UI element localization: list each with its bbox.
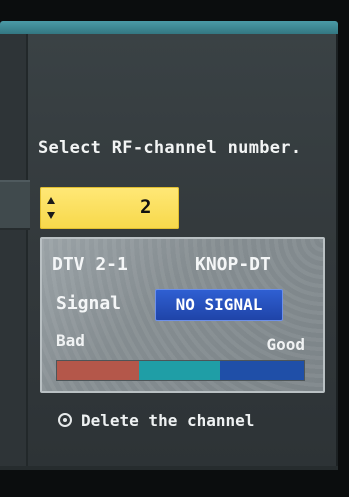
rf-channel-value: 2: [140, 196, 152, 218]
meter-segment-mid: [138, 361, 220, 380]
instruction-text: Select RF-channel number.: [38, 138, 302, 158]
up-down-arrows-icon[interactable]: [46, 195, 56, 221]
meter-segment-low: [57, 361, 139, 380]
signal-scale-bad-label: Bad: [56, 331, 85, 350]
panel-bottom-edge: [0, 466, 338, 470]
signal-scale-good-label: Good: [266, 335, 305, 354]
channel-number: DTV 2-1: [52, 254, 128, 275]
delete-channel-action[interactable]: Delete the channel: [58, 408, 254, 432]
signal-status-badge: NO SIGNAL: [155, 289, 283, 321]
meter-segment-high: [220, 361, 304, 380]
signal-label: Signal: [56, 293, 122, 314]
ok-button-icon: [58, 413, 72, 427]
menu-side-column: [0, 34, 28, 466]
station-name: KNOP-DT: [195, 254, 271, 275]
signal-strength-meter: [56, 360, 305, 381]
menu-side-tab[interactable]: [0, 180, 30, 230]
rf-channel-stepper[interactable]: 2: [40, 187, 179, 229]
channel-info-box: DTV 2-1 KNOP-DT Signal NO SIGNAL Bad Goo…: [40, 237, 325, 393]
delete-channel-label: Delete the channel: [81, 410, 255, 430]
tv-screen: Select RF-channel number. 2 DTV 2-1 KNOP…: [0, 0, 349, 497]
